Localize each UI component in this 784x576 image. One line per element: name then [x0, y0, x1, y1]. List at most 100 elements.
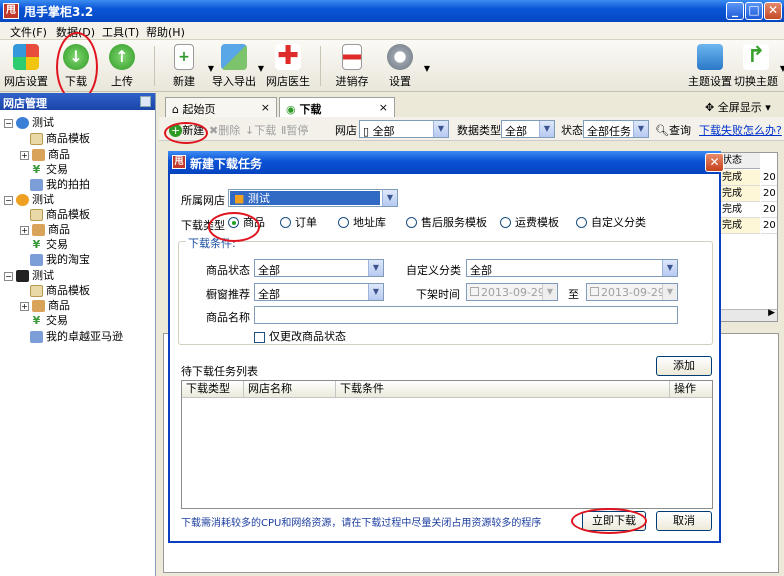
main-toolbar: 网店设置 ↓ 下载 ↑ 上传 + 新建 ▼ 导入导出 ▼ ✚ 网店医生 进销存 …: [0, 40, 784, 92]
pin-icon[interactable]: [140, 96, 151, 107]
expand-icon[interactable]: +: [20, 150, 29, 160]
red-cross-icon: ✚: [275, 43, 301, 70]
tree-item-trade[interactable]: ¥ 交易: [30, 163, 68, 177]
column-header[interactable]: 下载类型: [182, 381, 244, 397]
close-icon[interactable]: ×: [261, 101, 270, 114]
shop-filter-select[interactable]: ▯ 全部 ▼: [359, 120, 449, 138]
menu-file[interactable]: 文件(F): [10, 24, 47, 40]
chevron-down-icon: ▼: [542, 284, 557, 300]
add-button[interactable]: 添加: [656, 356, 712, 376]
download-button[interactable]: ↓ 下载: [50, 42, 102, 90]
maximize-button[interactable]: □: [745, 2, 763, 20]
type-radio-custom-category[interactable]: 自定义分类: [576, 216, 646, 230]
type-radio-aftersale-template[interactable]: 售后服务模板: [406, 216, 487, 230]
type-radio-order[interactable]: 订单: [280, 216, 317, 230]
datatype-select[interactable]: 全部 ▼: [501, 120, 555, 138]
resource-note: 下载需消耗较多的CPU和网络资源，请在下载过程中尽量关闭占用资源较多的程序: [181, 518, 542, 529]
expand-icon[interactable]: +: [20, 301, 29, 311]
sub-new-button[interactable]: + 新建: [169, 122, 204, 138]
tree-shop[interactable]: − 测试: [4, 116, 54, 130]
network-icon: [30, 331, 43, 343]
inventory-icon: [342, 44, 362, 70]
dialog-close-button[interactable]: ✕: [705, 153, 724, 172]
new-download-task-dialog: 甩 新建下载任务 ✕ 所属网店 ■ 测试 ▼ 下载类型 商品 订单 地址库 售后…: [168, 151, 724, 543]
import-export-button[interactable]: 导入导出 ▼: [208, 42, 264, 90]
sub-delete-button[interactable]: ✖删除: [209, 122, 240, 138]
dialog-title: 新建下载任务: [190, 157, 263, 171]
tree-item-goods[interactable]: + 商品: [20, 148, 70, 162]
query-button[interactable]: 🔍︎查询: [655, 122, 691, 138]
tree-item-my-shop[interactable]: 我的淘宝: [30, 253, 90, 267]
custom-category-select[interactable]: 全部 ▼: [466, 259, 678, 277]
offshelf-time-label: 下架时间: [416, 288, 460, 301]
plus-icon: +: [169, 124, 183, 137]
fullscreen-button[interactable]: ✥ 全屏显示 ▾: [705, 99, 771, 115]
shop-settings-button[interactable]: 网店设置: [0, 42, 52, 90]
toolbar-separator: [154, 46, 155, 86]
dialog-title-bar: 甩 新建下载任务 ✕: [168, 151, 724, 174]
chevron-down-icon[interactable]: ▼: [780, 64, 784, 73]
switch-theme-button[interactable]: ↱ 切换主题 ▼: [730, 42, 784, 90]
minimize-button[interactable]: _: [726, 2, 744, 20]
tab-download[interactable]: ◉ 下载 ×: [279, 97, 395, 117]
menu-data[interactable]: 数据(D): [56, 24, 95, 40]
download-now-button[interactable]: 立即下载: [582, 511, 646, 531]
chevron-down-icon[interactable]: ▼: [424, 64, 430, 73]
column-header[interactable]: 操作: [670, 381, 712, 397]
showcase-select[interactable]: 全部 ▼: [254, 283, 384, 301]
shop-manager-panel: 网店管理 − 测试 商品模板 + 商品 ¥ 交易 我的拍拍 − 测试 商品模板 + 商品 …: [0, 93, 156, 576]
status-select[interactable]: 全部任务 ▼: [583, 120, 649, 138]
cancel-button[interactable]: 取消: [656, 511, 712, 531]
tree-item-trade[interactable]: ¥ 交易: [30, 314, 68, 328]
tree-item-goods-template[interactable]: 商品模板: [30, 284, 90, 298]
theme-settings-button[interactable]: 主题设置: [684, 42, 736, 90]
expand-icon[interactable]: +: [20, 225, 29, 235]
template-icon: [30, 209, 43, 221]
menu-help[interactable]: 帮助(H): [146, 24, 185, 40]
tab-start-page[interactable]: ⌂ 起始页 ×: [165, 97, 277, 117]
type-radio-shipping-template[interactable]: 运费模板: [500, 216, 559, 230]
tree-item-goods-template[interactable]: 商品模板: [30, 132, 90, 146]
tree-item-my-shop[interactable]: 我的卓越亚马逊: [30, 330, 123, 344]
yen-icon: ¥: [32, 314, 41, 327]
date-to-picker[interactable]: 2013-09-29 ▼: [586, 283, 678, 301]
column-header[interactable]: 下载条件: [336, 381, 670, 397]
new-button[interactable]: + 新建 ▼: [158, 42, 214, 90]
type-radio-goods[interactable]: 商品: [228, 216, 265, 230]
upload-button[interactable]: ↑ 上传: [96, 42, 148, 90]
chevron-down-icon: ▼: [368, 260, 383, 276]
close-window-button[interactable]: ✕: [764, 2, 782, 20]
tree-item-goods-template[interactable]: 商品模板: [30, 208, 90, 222]
goods-status-select[interactable]: 全部 ▼: [254, 259, 384, 277]
only-change-status-checkbox[interactable]: 仅更改商品状态: [254, 328, 346, 344]
box-icon: [32, 300, 45, 312]
goods-name-input[interactable]: [254, 306, 678, 324]
download-failed-help-link[interactable]: 下载失败怎么办?: [699, 122, 782, 138]
date-cell: 20: [761, 202, 777, 218]
shop-select[interactable]: ■ 测试 ▼: [228, 189, 398, 207]
grid-icon: [13, 44, 39, 70]
tree-item-trade[interactable]: ¥ 交易: [30, 238, 68, 252]
chevron-right-icon[interactable]: ▶: [768, 308, 775, 318]
column-header[interactable]: 网店名称: [244, 381, 336, 397]
sub-pause-button[interactable]: Ⅱ暂停: [281, 122, 308, 138]
tree-item-goods[interactable]: + 商品: [20, 223, 70, 237]
panel-title: 网店管理: [3, 97, 47, 110]
settings-button[interactable]: 设置 ▼: [374, 42, 430, 90]
network-icon: [30, 254, 43, 266]
tree-shop[interactable]: − 测试: [4, 269, 54, 283]
tree-item-my-shop[interactable]: 我的拍拍: [30, 178, 90, 192]
menu-tools[interactable]: 工具(T): [102, 24, 139, 40]
collapse-icon[interactable]: −: [4, 195, 13, 205]
close-icon[interactable]: ×: [379, 101, 388, 114]
tree-shop[interactable]: − 测试: [4, 193, 54, 207]
date-from-picker[interactable]: 2013-09-29 ▼: [466, 283, 558, 301]
tree-item-goods[interactable]: + 商品: [20, 299, 70, 313]
collapse-icon[interactable]: −: [4, 118, 13, 128]
inventory-button[interactable]: 进销存: [326, 42, 378, 90]
collapse-icon[interactable]: −: [4, 271, 13, 281]
shop-doctor-button[interactable]: ✚ 网店医生: [262, 42, 314, 90]
sub-download-button[interactable]: ↓下载: [245, 122, 276, 138]
panel-header: 网店管理: [0, 93, 155, 110]
type-radio-address[interactable]: 地址库: [338, 216, 386, 230]
